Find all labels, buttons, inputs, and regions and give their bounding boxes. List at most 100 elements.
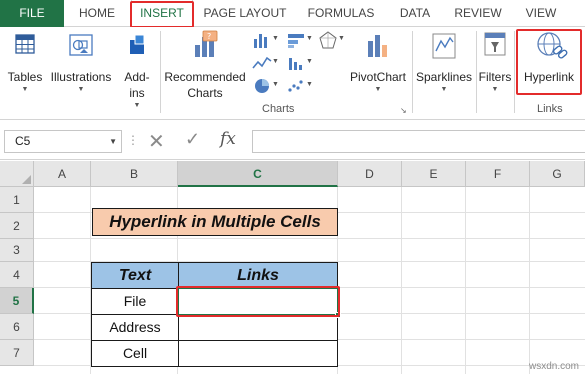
sparklines-button[interactable]: Sparklines ▼	[414, 27, 474, 94]
addins-button[interactable]: Add- ins ▼	[117, 27, 157, 110]
pivotchart-icon	[368, 35, 387, 57]
svg-text:?: ?	[207, 32, 211, 41]
name-box[interactable]: C5 ▼	[4, 130, 122, 153]
gridline	[529, 187, 530, 374]
recommended-charts-button[interactable]: ? Recommended Charts	[163, 27, 247, 101]
recommended-charts-label-2: Charts	[187, 86, 223, 100]
links-group-label: Links	[537, 103, 563, 115]
formula-bar: C5 ▼ ⋮ ✕ ✓ fx	[0, 120, 585, 160]
sparklines-icon	[432, 33, 456, 59]
table-cell-link[interactable]	[178, 340, 338, 367]
column-header-g[interactable]: G	[530, 161, 585, 187]
hyperlink-icon	[537, 32, 568, 59]
illustrations-label: Illustrations	[50, 70, 112, 84]
hyperlink-label: Hyperlink	[523, 70, 574, 84]
addins-icon	[130, 34, 145, 54]
chevron-down-icon[interactable]: ▼	[109, 131, 117, 152]
recommended-charts-icon: ?	[195, 30, 218, 57]
tab-formulas[interactable]: FORMULAS	[303, 0, 379, 27]
illustrations-button[interactable]: Illustrations ▼	[48, 27, 114, 94]
ribbon: Tables ▼ Illustrations ▼ Add- ins ▼ ? Re…	[0, 27, 585, 120]
chevron-down-icon: ▼	[338, 35, 345, 42]
chevron-down-icon: ▼	[374, 86, 382, 93]
column-header-f[interactable]: F	[466, 161, 530, 187]
row-header-5[interactable]: 5	[0, 288, 34, 314]
chevron-down-icon: ▼	[440, 86, 448, 93]
addins-label-1: Add-	[124, 70, 150, 84]
chevron-down-icon: ▼	[306, 58, 313, 65]
group-separator	[412, 31, 413, 113]
sheet-title-cell[interactable]: Hyperlink in Multiple Cells	[92, 208, 338, 236]
name-box-value: C5	[15, 134, 31, 148]
tab-review[interactable]: REVIEW	[450, 0, 506, 27]
filters-label: Filters	[478, 70, 512, 84]
column-header-e[interactable]: E	[402, 161, 466, 187]
cancel-icon[interactable]: ✕	[148, 129, 165, 154]
chevron-down-icon: ▼	[306, 35, 313, 42]
group-separator	[514, 31, 515, 113]
watermark-text: wsxdn.com	[528, 361, 579, 372]
chevron-down-icon: ▼	[272, 81, 279, 88]
tab-home[interactable]: HOME	[68, 0, 126, 27]
formula-input[interactable]	[252, 130, 585, 153]
header-text-cell[interactable]: Text	[91, 262, 179, 289]
hyperlink-button[interactable]: Hyperlink	[518, 27, 580, 85]
table-cell-text[interactable]: Address	[91, 314, 179, 341]
table-cell-text[interactable]: File	[91, 288, 179, 315]
column-header-c[interactable]: C	[178, 161, 338, 187]
chevron-down-icon: ▼	[133, 102, 141, 109]
fill-handle[interactable]	[335, 312, 341, 318]
gridline	[401, 187, 402, 374]
column-header-b[interactable]: B	[91, 161, 178, 187]
tables-label: Tables	[7, 70, 43, 84]
header-links-cell[interactable]: Links	[178, 262, 338, 289]
tab-insert[interactable]: INSERT	[131, 0, 193, 28]
tab-file[interactable]: FILE	[0, 0, 64, 27]
row-header-2[interactable]: 2	[0, 213, 34, 239]
filter-icon	[484, 32, 506, 56]
table-cell-link[interactable]	[178, 314, 338, 341]
hierarchy-chart-icon[interactable]	[286, 31, 306, 49]
ribbon-tab-bar: FILE HOME INSERT PAGE LAYOUT FORMULAS DA…	[0, 0, 585, 28]
charts-group-label: Charts	[262, 103, 295, 115]
group-separator	[160, 31, 161, 113]
row-header-7[interactable]: 7	[0, 340, 34, 366]
filters-button[interactable]: Filters ▼	[477, 27, 513, 94]
chevron-down-icon: ▼	[306, 81, 313, 88]
tab-data[interactable]: DATA	[390, 0, 440, 27]
column-chart-icon[interactable]	[252, 31, 272, 49]
table-cell-text[interactable]: Cell	[91, 340, 179, 367]
scatter-chart-icon[interactable]	[286, 77, 306, 95]
tables-button[interactable]: Tables ▼	[4, 27, 46, 94]
row-header-4[interactable]: 4	[0, 262, 34, 288]
column-header-a[interactable]: A	[34, 161, 91, 187]
chevron-down-icon: ▼	[272, 35, 279, 42]
row-header-6[interactable]: 6	[0, 314, 34, 340]
chevron-down-icon: ▼	[491, 86, 499, 93]
insert-function-button[interactable]: fx	[220, 129, 236, 149]
table-icon	[15, 34, 35, 54]
chevron-down-icon: ▼	[21, 86, 29, 93]
enter-check-icon[interactable]: ✓	[185, 129, 200, 150]
addins-label-2: ins	[129, 86, 145, 100]
row-header-3[interactable]: 3	[0, 239, 34, 262]
radar-chart-icon[interactable]	[318, 31, 338, 49]
row-header-1[interactable]: 1	[0, 187, 34, 213]
sparklines-label: Sparklines	[415, 70, 473, 84]
more-options-icon: ⋮	[127, 133, 139, 147]
pivotchart-label: PivotChart	[349, 70, 407, 84]
active-cell-selection	[177, 287, 339, 316]
gridline	[34, 238, 585, 239]
tab-page-layout[interactable]: PAGE LAYOUT	[200, 0, 290, 27]
statistic-chart-icon[interactable]	[286, 54, 306, 72]
dialog-launcher-icon[interactable]: ↘	[400, 106, 407, 115]
line-chart-icon[interactable]	[252, 54, 272, 72]
pie-chart-icon[interactable]	[252, 77, 272, 95]
pivotchart-button[interactable]: PivotChart ▼	[346, 27, 410, 94]
column-header-d[interactable]: D	[338, 161, 402, 187]
gridline	[465, 187, 466, 374]
select-all-button[interactable]	[0, 161, 34, 187]
chevron-down-icon: ▼	[77, 86, 85, 93]
chevron-down-icon: ▼	[272, 58, 279, 65]
tab-view[interactable]: VIEW	[520, 0, 562, 27]
